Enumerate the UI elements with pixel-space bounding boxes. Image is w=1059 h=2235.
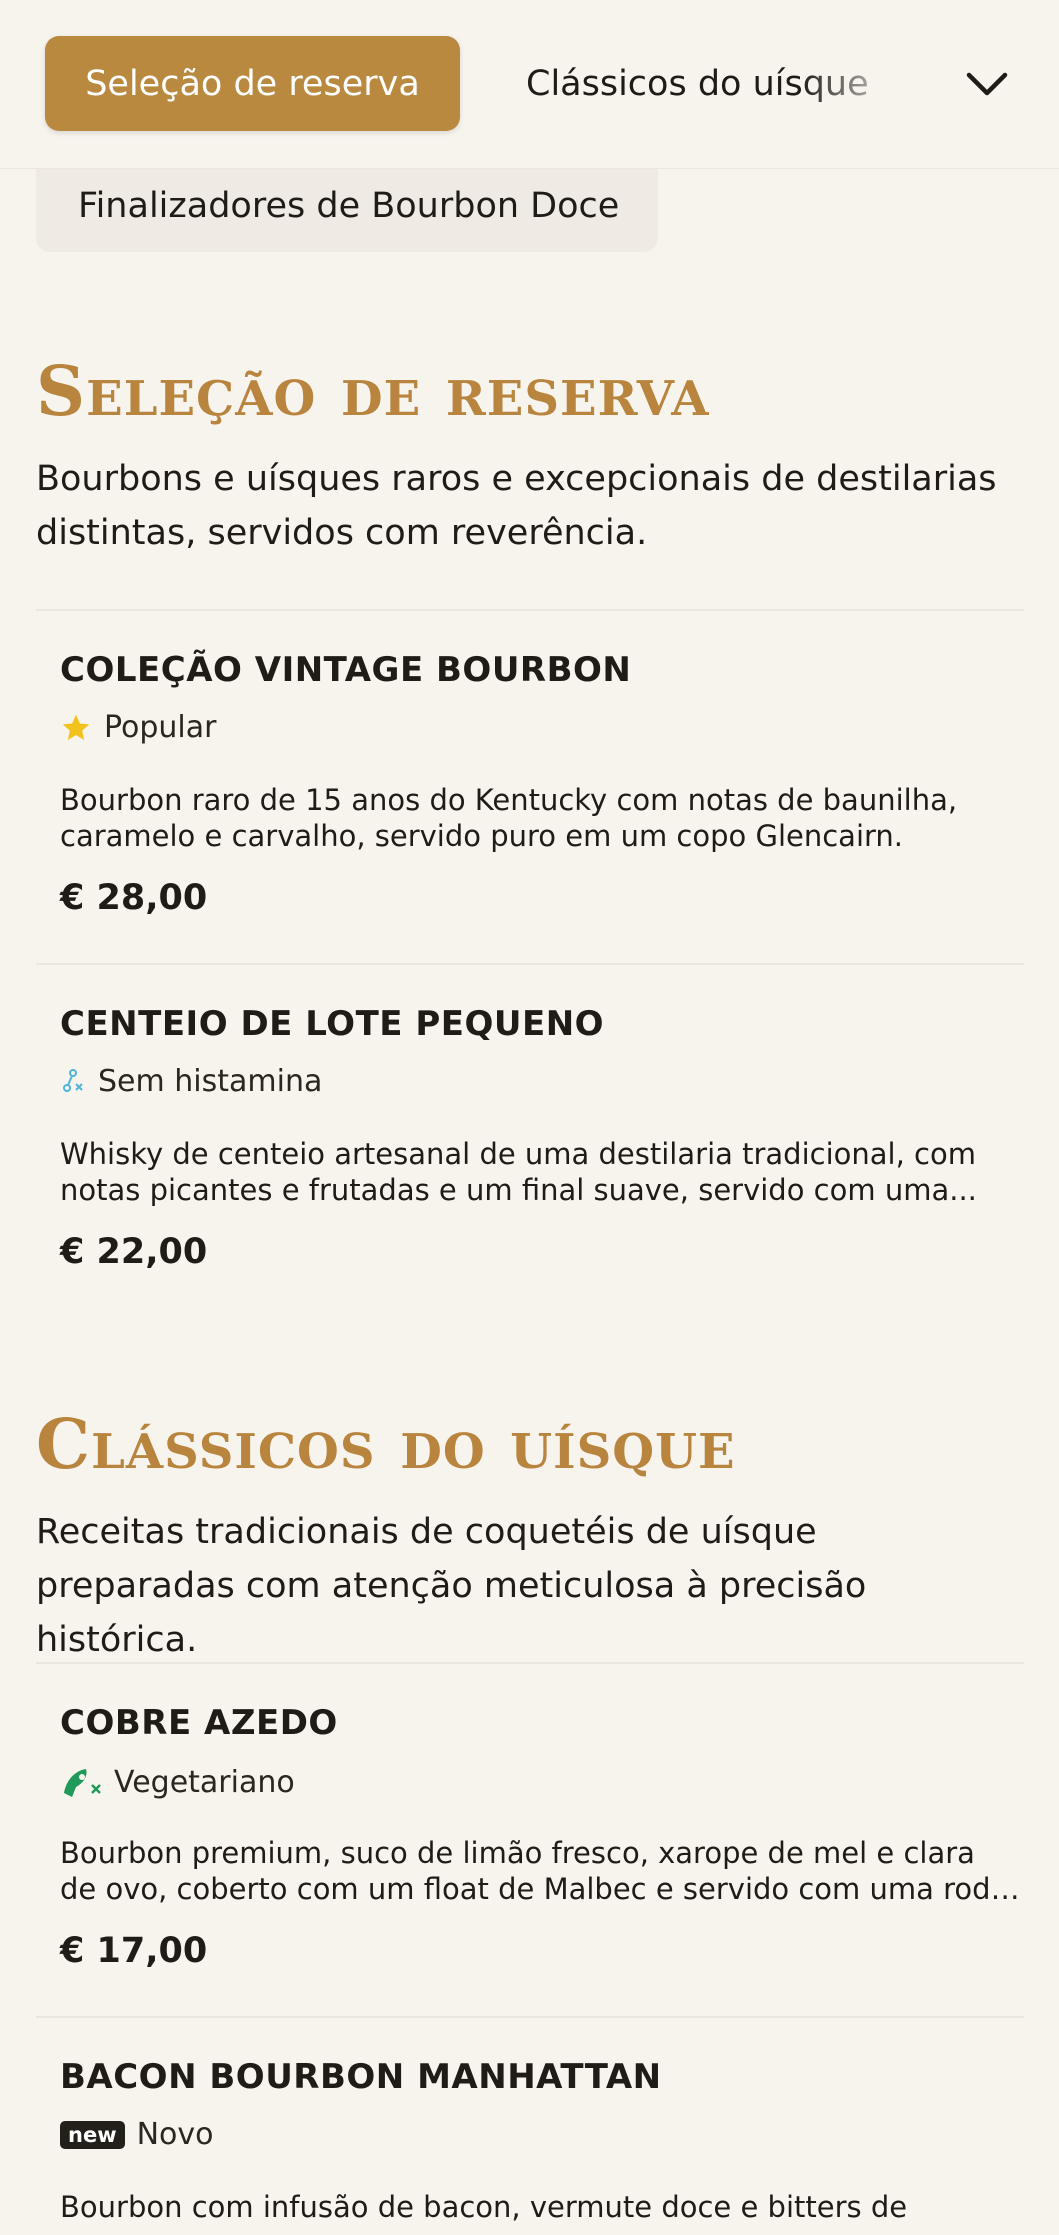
item-tag: new Novo xyxy=(60,2117,214,2152)
divider xyxy=(36,2016,1024,2018)
tag-label: Sem histamina xyxy=(98,1064,323,1099)
tag-label: Popular xyxy=(104,710,217,745)
item-price: € 22,00 xyxy=(60,1232,208,1272)
item-price: € 17,00 xyxy=(60,1931,208,1971)
histamine-free-icon xyxy=(60,1068,86,1096)
tab-fade-overlay xyxy=(800,40,940,130)
item-name: BACON BOURBON MANHATTAN xyxy=(60,2057,662,2097)
item-tag: Sem histamina xyxy=(60,1064,322,1099)
item-name: COBRE AZEDO xyxy=(60,1703,338,1743)
star-icon xyxy=(60,712,92,744)
vegetarian-icon xyxy=(60,1763,102,1801)
subtab-sweet-bourbon-finishers[interactable]: Finalizadores de Bourbon Doce xyxy=(36,160,658,252)
divider xyxy=(36,609,1024,611)
subtab-label: Finalizadores de Bourbon Doce xyxy=(78,186,620,226)
section-title: Seleção de reserva xyxy=(36,352,710,432)
item-tag: Vegetariano xyxy=(60,1763,295,1801)
item-name: COLEÇÃO VINTAGE BOURBON xyxy=(60,650,632,690)
item-tag: Popular xyxy=(60,710,217,745)
divider xyxy=(36,1662,1024,1664)
new-badge-icon: new xyxy=(60,2120,125,2149)
item-description: Bourbon com infusão de bacon, vermute do… xyxy=(60,2190,908,2224)
item-description: Bourbon raro de 15 anos do Kentucky com … xyxy=(60,783,958,853)
tab-reserve-selection[interactable]: Seleção de reserva xyxy=(45,36,460,131)
item-description: Whisky de centeio artesanal de uma desti… xyxy=(60,1137,977,1207)
item-price: € 28,00 xyxy=(60,878,208,918)
new-badge-text: new xyxy=(60,2120,125,2149)
item-name: CENTEIO DE LOTE PEQUENO xyxy=(60,1004,605,1044)
category-nav-bar: Seleção de reserva Clássicos do uísque xyxy=(0,0,1059,169)
divider xyxy=(36,963,1024,965)
tag-label: Vegetariano xyxy=(114,1764,295,1800)
tab-label: Seleção de reserva xyxy=(85,63,420,104)
section-description: Bourbons e uísques raros e excepcionais … xyxy=(36,459,997,553)
chevron-down-icon[interactable] xyxy=(963,60,1011,108)
section-description: Receitas tradicionais de coquetéis de uí… xyxy=(36,1512,867,1660)
tag-label: Novo xyxy=(136,2117,214,2152)
item-description: Bourbon premium, suco de limão fresco, x… xyxy=(60,1836,1009,1906)
section-title: Clássicos do uísque xyxy=(36,1405,736,1485)
